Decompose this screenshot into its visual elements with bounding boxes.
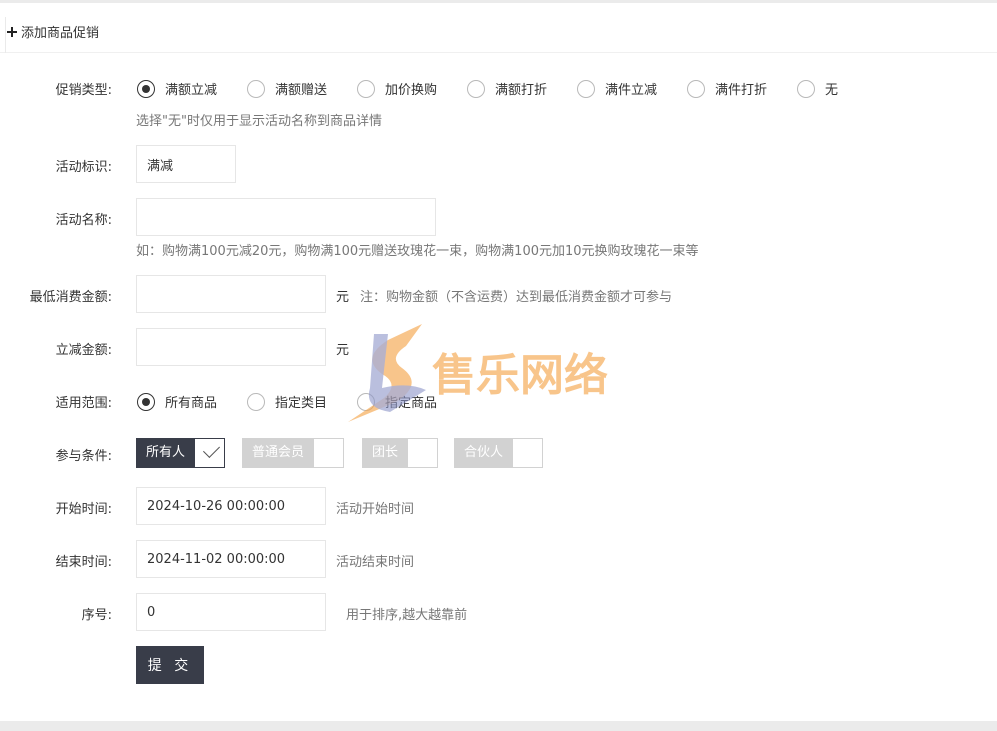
scope-radio-all[interactable]: 所有商品 [137, 392, 217, 411]
radio-label: 指定商品 [385, 396, 438, 411]
scope-radio-category[interactable]: 指定类目 [247, 392, 327, 411]
scope-radio-product[interactable]: 指定商品 [357, 392, 437, 411]
name-label: 活动名称: [55, 213, 112, 228]
promo-type-radio-2[interactable]: 满额赠送 [247, 79, 327, 98]
discount-input[interactable] [136, 328, 326, 366]
min-amount-hint: 注：购物金额（不含运费）达到最低消费金额才可参与 [360, 290, 673, 305]
promo-type-radio-7[interactable]: 无 [797, 79, 838, 98]
promo-type-hint: 选择"无"时仅用于显示活动名称到商品详情 [136, 114, 382, 129]
promo-type-radio-6[interactable]: 满件打折 [687, 79, 767, 98]
conditions-label: 参与条件: [55, 449, 112, 464]
checkbox-box [408, 438, 439, 468]
start-time-input[interactable] [136, 487, 326, 525]
watermark-logo: 售乐网络 [348, 324, 608, 422]
tag-input[interactable] [136, 145, 236, 183]
order-input[interactable] [136, 593, 326, 631]
radio-circle [137, 79, 155, 98]
end-time-hint: 活动结束时间 [336, 555, 415, 570]
page-header: 添加商品促销 [0, 3, 997, 53]
end-time-input[interactable] [136, 540, 326, 578]
radio-label: 加价换购 [385, 83, 438, 98]
checkbox-box [513, 438, 544, 468]
checkbox-label: 合伙人 [454, 438, 514, 468]
promo-type-radio-5[interactable]: 满件立减 [577, 79, 657, 98]
promo-type-label: 促销类型: [55, 83, 112, 98]
radio-circle [357, 79, 375, 98]
submit-button[interactable]: 提 交 [136, 646, 204, 684]
discount-unit: 元 [336, 343, 350, 358]
radio-label: 满额打折 [495, 83, 548, 98]
min-amount-label: 最低消费金额: [29, 290, 112, 305]
promo-type-radio-1[interactable]: 满额立减 [137, 79, 217, 98]
checkbox-box [314, 438, 345, 468]
radio-circle [357, 392, 375, 411]
radio-circle [467, 79, 485, 98]
radio-circle [577, 79, 595, 98]
checkbox-label: 普通会员 [242, 438, 315, 468]
promo-type-radio-4[interactable]: 满额打折 [467, 79, 547, 98]
order-label: 序号: [81, 608, 112, 623]
start-time-hint: 活动开始时间 [336, 502, 415, 517]
plus-icon [6, 25, 18, 39]
radio-label: 无 [825, 83, 839, 98]
scope-label: 适用范围: [55, 396, 112, 411]
checkbox-label: 团长 [362, 438, 409, 468]
page-title-text: 添加商品促销 [21, 26, 100, 41]
min-amount-unit: 元 [336, 290, 350, 305]
radio-label: 满件立减 [605, 83, 658, 98]
radio-label: 所有商品 [165, 396, 218, 411]
radio-label: 满件打折 [715, 83, 768, 98]
promo-type-radio-3[interactable]: 加价换购 [357, 79, 437, 98]
radio-label: 满额赠送 [275, 83, 328, 98]
radio-circle [137, 392, 155, 411]
checkbox-box [195, 438, 226, 468]
tag-label: 活动标识: [55, 160, 112, 175]
condition-checkbox-partner[interactable]: 合伙人 [454, 438, 544, 468]
condition-checkbox-leader[interactable]: 团长 [362, 438, 439, 468]
radio-circle [797, 79, 815, 98]
watermark-text: 售乐网络 [432, 350, 608, 401]
end-time-label: 结束时间: [55, 555, 112, 570]
radio-label: 满额立减 [165, 83, 218, 98]
name-hint: 如：购物满100元减20元，购物满100元赠送玫瑰花一束，购物满100元加10元… [136, 244, 699, 259]
radio-label: 指定类目 [275, 396, 328, 411]
discount-label: 立减金额: [55, 343, 112, 358]
checkbox-label: 所有人 [136, 438, 196, 468]
bottom-border [0, 721, 997, 731]
order-hint: 用于排序,越大越靠前 [346, 608, 468, 623]
check-icon [203, 441, 221, 458]
page-title: 添加商品促销 [6, 22, 99, 41]
name-input[interactable] [136, 198, 436, 236]
radio-circle [247, 79, 265, 98]
radio-circle [687, 79, 705, 98]
start-time-label: 开始时间: [55, 502, 112, 517]
condition-checkbox-all[interactable]: 所有人 [136, 438, 226, 468]
radio-circle [247, 392, 265, 411]
min-amount-input[interactable] [136, 275, 326, 313]
condition-checkbox-member[interactable]: 普通会员 [242, 438, 345, 468]
